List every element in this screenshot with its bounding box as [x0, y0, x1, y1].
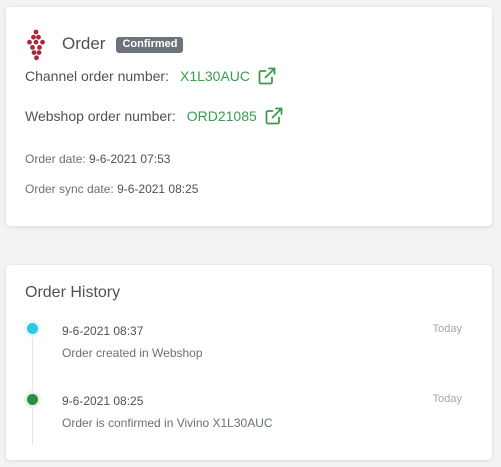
order-date-label: Order date:	[25, 152, 86, 166]
order-sync-date-value: 9-6-2021 08:25	[117, 182, 199, 196]
webshop-order-number-link[interactable]: ORD21085	[187, 108, 257, 124]
order-sync-date-label: Order sync date:	[25, 182, 114, 196]
order-header: Order Confirmed	[25, 29, 184, 63]
order-date-row: Order date: 9-6-2021 07:53	[25, 152, 170, 166]
timeline-dot	[27, 394, 38, 405]
event-relative-time: Today	[432, 323, 462, 335]
external-link-icon[interactable]	[265, 107, 283, 125]
event-description: Order created in Webshop	[62, 346, 203, 360]
order-card: Order Confirmed Channel order number: X1…	[6, 7, 492, 226]
webshop-order-row: Webshop order number: ORD21085	[25, 107, 283, 125]
event-time: 9-6-2021 08:25	[62, 394, 144, 408]
order-history-card: Order History 9-6-2021 08:37 Order creat…	[6, 265, 492, 460]
order-title: Order	[62, 34, 106, 53]
order-history-title: Order History	[25, 284, 121, 301]
order-sync-date-row: Order sync date: 9-6-2021 08:25	[25, 182, 198, 196]
channel-order-number-link[interactable]: X1L30AUC	[180, 68, 250, 84]
external-link-icon[interactable]	[258, 67, 276, 85]
channel-order-row: Channel order number: X1L30AUC	[25, 67, 276, 85]
channel-order-label: Channel order number:	[25, 68, 169, 84]
event-description: Order is confirmed in Vivino X1L30AUC	[62, 416, 273, 430]
timeline-dot	[27, 323, 38, 334]
event-relative-time: Today	[432, 393, 462, 405]
webshop-order-label: Webshop order number:	[25, 108, 176, 124]
status-badge: Confirmed	[116, 37, 184, 53]
grape-cluster-icon	[27, 29, 45, 61]
timeline-line	[32, 327, 33, 445]
order-date-value: 9-6-2021 07:53	[89, 152, 171, 166]
event-time: 9-6-2021 08:37	[62, 324, 144, 338]
